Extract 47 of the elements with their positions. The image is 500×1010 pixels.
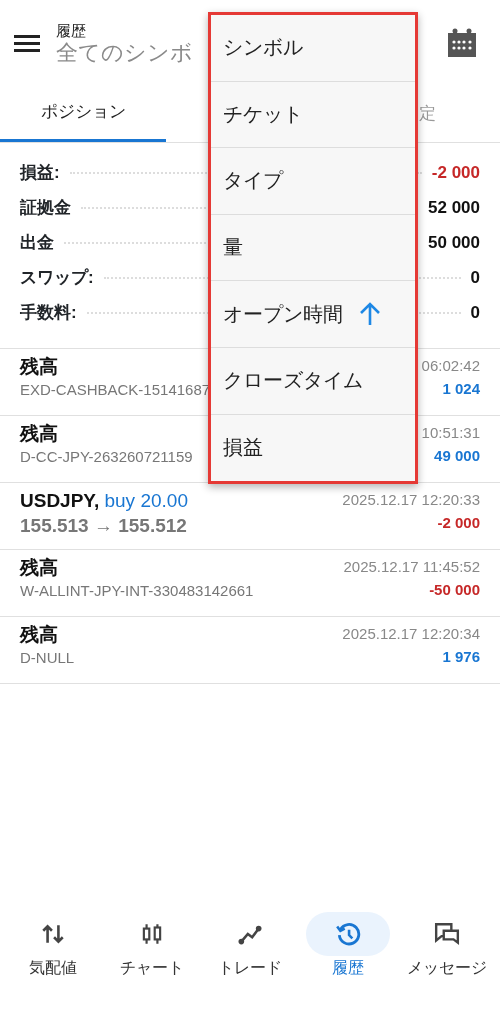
deal-amount: -50 000 <box>428 579 480 600</box>
deal-title: 残高 <box>20 422 58 446</box>
nav-tab[interactable]: メッセージ <box>397 912 497 980</box>
nav-tab[interactable]: トレード <box>200 912 300 980</box>
deal-title: 残高 <box>20 556 58 580</box>
deal-amount: 1 024 <box>441 378 480 399</box>
history-icon <box>335 921 362 947</box>
price-change: 155.513 → 155.512 <box>20 513 187 538</box>
menu-item[interactable]: オープン時間 <box>211 281 415 348</box>
summary-label: 損益: <box>20 161 60 184</box>
deal-amount: -2 000 <box>436 512 480 533</box>
tab[interactable]: ポジション <box>0 85 166 142</box>
menu-item[interactable]: タイプ <box>211 148 415 215</box>
nav-tab[interactable]: 気配値 <box>4 912 103 980</box>
nav-tab[interactable]: チャート <box>102 912 201 980</box>
deal-title: 残高 <box>20 355 58 379</box>
deal-amount: 49 000 <box>433 445 480 466</box>
deal-title: USDJPY, buy 20.00 <box>20 489 188 513</box>
deal-comment: W-ALLINT-JPY-INT-330483142661 <box>20 580 254 601</box>
chat-icon <box>433 921 460 947</box>
deal-time: 10:51:31 <box>421 423 480 443</box>
page-title: 履歴 <box>56 22 87 41</box>
menu-item[interactable]: クローズタイム <box>211 347 415 415</box>
summary-value: 0 <box>470 266 480 289</box>
deal-time: 2025.12.17 11:45:52 <box>343 557 480 577</box>
summary-label: 手数料: <box>20 301 77 324</box>
deal-time: 06:02:42 <box>421 356 480 376</box>
menu-icon[interactable] <box>14 32 40 53</box>
deal-time: 2025.12.17 12:20:33 <box>342 490 480 510</box>
menu-item[interactable]: チケット <box>211 81 415 149</box>
deal-comment: D-CC-JPY-263260721159 <box>20 446 193 467</box>
deal-comment: EXD-CASHBACK-15141687 <box>20 379 211 400</box>
menu-item[interactable]: 量 <box>211 214 415 282</box>
menu-item[interactable]: 損益 <box>211 414 415 482</box>
deal-title: 残高 <box>20 623 58 647</box>
calendar-icon[interactable] <box>446 26 478 59</box>
summary-value: 52 000 <box>428 196 480 219</box>
summary-label: 出金 <box>20 231 54 254</box>
menu-item[interactable]: シンボル <box>211 15 415 82</box>
summary-value: 0 <box>470 301 480 324</box>
summary-value: 50 000 <box>428 231 480 254</box>
summary-label: スワップ: <box>20 266 94 289</box>
deal-time: 2025.12.17 12:20:34 <box>342 624 480 644</box>
deal-amount: 1 976 <box>441 646 480 667</box>
summary-label: 証拠金 <box>20 196 71 219</box>
deal-comment: D-NULL <box>20 647 75 668</box>
summary-value: -2 000 <box>431 161 480 184</box>
